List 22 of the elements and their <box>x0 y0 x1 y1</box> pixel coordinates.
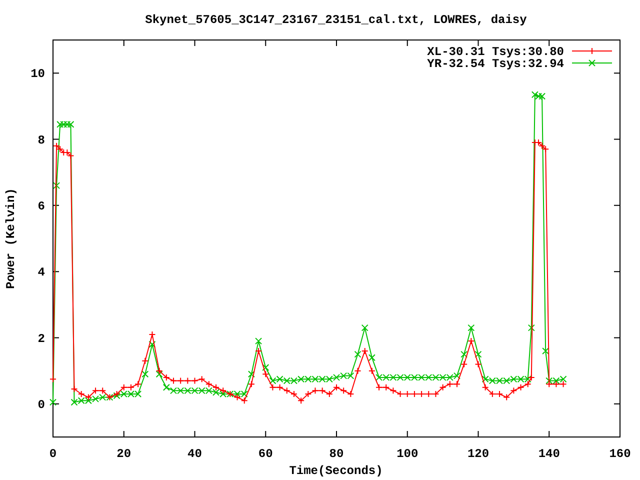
x-tick-label: 60 <box>258 447 273 461</box>
legend-line <box>572 60 612 66</box>
y-tick-label: 8 <box>38 133 45 148</box>
y-tick-label: 6 <box>38 199 45 214</box>
x-tick-label: 20 <box>116 447 132 461</box>
legend-label: XL-30.31 Tsys:30.80 <box>427 45 564 59</box>
y-axis-label: Power (Kelvin) <box>4 188 18 289</box>
legend-label: YR-32.54 Tsys:32.94 <box>427 57 564 71</box>
x-tick-label: 140 <box>538 447 560 461</box>
y-tick-label: 4 <box>38 266 45 280</box>
x-axis-label: Time(Seconds) <box>289 464 383 478</box>
x-tick-label: 120 <box>467 447 490 461</box>
y-tick-label: 10 <box>30 67 45 82</box>
chart-title: Skynet_57605_3C147_23167_23151_cal.txt, LOWRES, daisy <box>145 13 527 27</box>
x-tick-label: 0 <box>49 447 57 461</box>
x-tick-label: 80 <box>329 447 344 461</box>
y-tick-label: 2 <box>38 332 45 346</box>
y-tick-label: 0 <box>38 398 45 412</box>
x-tick-label: 100 <box>396 447 418 461</box>
x-tick-label: 40 <box>188 447 202 461</box>
x-tick-label: 160 <box>609 447 631 461</box>
legend-line <box>572 48 612 54</box>
